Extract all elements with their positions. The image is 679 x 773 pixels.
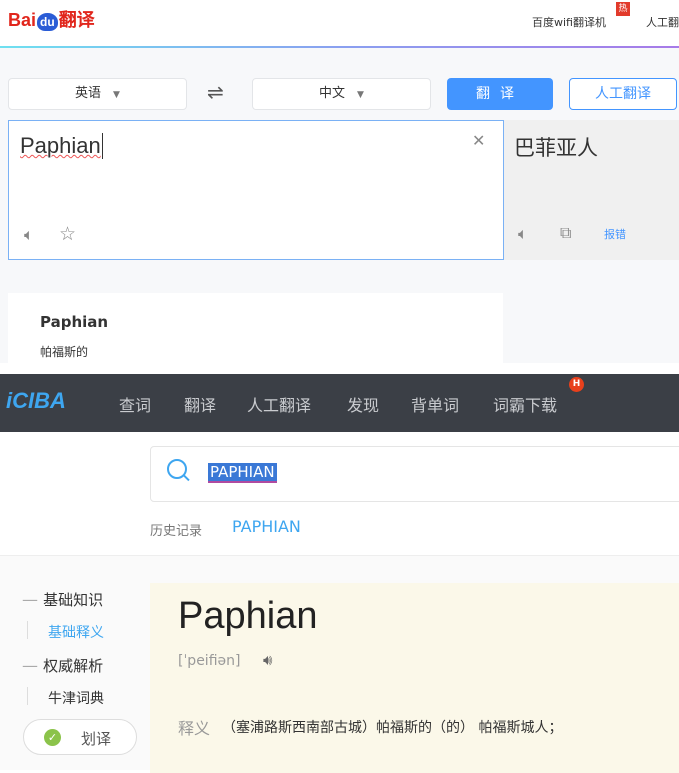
header-divider	[0, 46, 679, 48]
speaker-icon[interactable]: 🔈︎	[518, 224, 528, 244]
phonetic: [ˈpeifiən]	[178, 653, 241, 669]
human-translate-link[interactable]: 人工翻	[646, 14, 679, 30]
side-line	[27, 621, 28, 639]
wifi-translator-link[interactable]: 百度wifi翻译机	[532, 14, 606, 30]
headword: Paphian	[178, 595, 318, 637]
speaker-icon[interactable]: 🔈︎	[24, 225, 34, 245]
caret-down-icon: ▼	[113, 90, 120, 100]
dict-word: Paphian	[40, 313, 109, 331]
target-language-select[interactable]: 中文 ▼	[252, 78, 431, 110]
copy-icon[interactable]: ⧉	[560, 223, 571, 243]
definition-text: （塞浦路斯西南部古城）帕福斯的（的） 帕福斯城人；	[222, 720, 563, 736]
source-language-select[interactable]: 英语 ▼	[8, 78, 187, 110]
search-value[interactable]: PAPHIAN	[208, 463, 277, 483]
nav-human-translate[interactable]: 人工翻译	[247, 392, 311, 416]
nav-discover[interactable]: 发现	[347, 392, 379, 416]
hot-badge: 热	[616, 2, 630, 16]
word-content: Paphian [ˈpeifiən] 🔊︎ 释义 （塞浦路斯西南部古城）帕福斯的…	[150, 583, 679, 773]
translation-result: 巴菲亚人 🔈︎ ⧉ 报错	[504, 120, 679, 260]
source-text[interactable]: Paphian	[20, 133, 103, 159]
side-group-basic[interactable]: — 基础知识	[22, 589, 103, 610]
huayi-toggle[interactable]: ✓ 划译	[23, 719, 137, 755]
side-line	[27, 687, 28, 705]
header: Bai du 翻译 百度wifi翻译机 热 人工翻	[0, 0, 679, 46]
baidu-translate-panel: Bai du 翻译 百度wifi翻译机 热 人工翻 英语 ▼ ⇌ 中文 ▼ 翻译 人工翻…	[0, 0, 679, 363]
report-error-link[interactable]: 报错	[604, 226, 626, 242]
iciba-panel: iCIBA 查词 翻译 人工翻译 发现 背单词 词霸下载 H PAPHIAN 历…	[0, 363, 679, 773]
side-item-basic-definition[interactable]: 基础释义	[48, 622, 104, 642]
iciba-logo[interactable]: iCIBA	[6, 388, 66, 414]
search-icon[interactable]	[167, 459, 190, 482]
history-label: 历史记录	[150, 524, 203, 539]
star-icon[interactable]: ☆	[59, 223, 76, 245]
check-icon: ✓	[44, 729, 61, 746]
swap-languages-icon[interactable]: ⇌	[207, 80, 224, 104]
source-text-input[interactable]: Paphian ✕ 🔈︎ ☆	[8, 120, 504, 260]
side-item-oxford[interactable]: 牛津词典	[48, 688, 104, 708]
nav-translate[interactable]: 翻译	[184, 392, 216, 416]
caret-down-icon: ▼	[357, 90, 364, 100]
search-input[interactable]: PAPHIAN	[150, 446, 679, 502]
baidu-logo[interactable]: Bai du 翻译	[8, 6, 95, 32]
new-badge: H	[569, 377, 584, 392]
dict-meaning: 帕福斯的	[40, 345, 89, 359]
translation-text: 巴菲亚人	[514, 136, 598, 160]
pronounce-icon[interactable]: 🔊︎	[263, 651, 272, 669]
translate-button[interactable]: 翻译	[447, 78, 553, 110]
dictionary-card: Paphian 帕福斯的	[8, 293, 503, 363]
nav-download[interactable]: 词霸下载	[493, 392, 557, 416]
human-translate-button[interactable]: 人工翻译	[569, 78, 677, 110]
definition-label: 释义	[178, 719, 211, 738]
history-item[interactable]: PAPHIAN	[232, 517, 301, 536]
side-group-authority[interactable]: — 权威解析	[22, 655, 103, 676]
nav-vocabulary[interactable]: 背单词	[411, 392, 459, 416]
clear-icon[interactable]: ✕	[472, 131, 485, 150]
top-nav: iCIBA 查词 翻译 人工翻译 发现 背单词 词霸下载 H	[0, 374, 679, 432]
nav-lookup[interactable]: 查词	[119, 392, 151, 416]
